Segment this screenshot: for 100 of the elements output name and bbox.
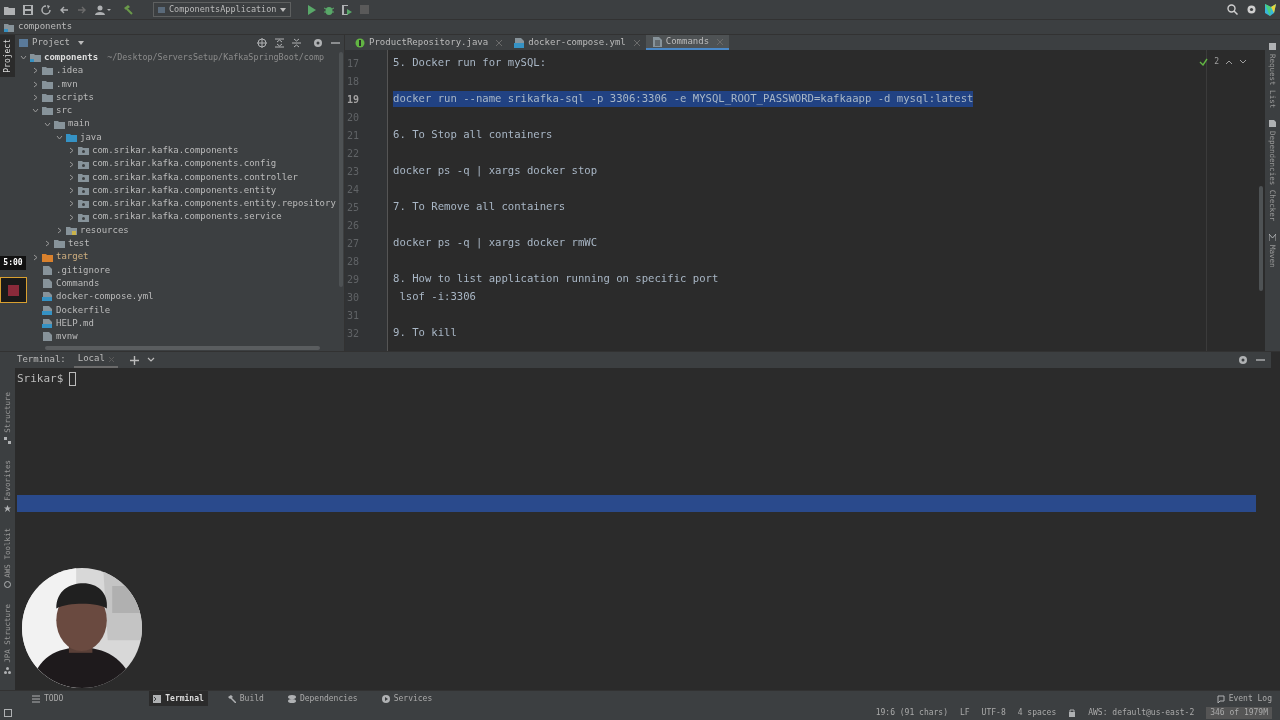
terminal-title: Terminal:	[17, 353, 66, 367]
tree-item-label[interactable]: Commands	[56, 276, 100, 291]
tree-item-label[interactable]: scripts	[56, 90, 94, 105]
tree-item-label[interactable]: com.srikar.kafka.components.config	[92, 157, 277, 171]
tool-window-tab[interactable]: Services	[377, 691, 437, 706]
chevron-icon[interactable]	[68, 147, 75, 155]
status-item[interactable]: LF	[959, 707, 970, 719]
layout-icon[interactable]	[4, 709, 12, 717]
interface-icon	[355, 37, 365, 48]
tree-item-label[interactable]: mvnw	[56, 330, 78, 344]
text-cursor	[69, 372, 77, 387]
memory-indicator[interactable]: 346 of 1979M	[1206, 707, 1272, 719]
chevron-icon[interactable]	[68, 200, 75, 208]
tree-item-label[interactable]: test	[68, 237, 90, 251]
tool-window-tab[interactable]: TODO	[28, 691, 68, 706]
chevron-icon[interactable]	[56, 227, 63, 234]
app-logo-icon[interactable]	[1265, 3, 1276, 16]
folder-icon	[42, 66, 53, 76]
chevron-icon[interactable]	[44, 120, 51, 128]
folder-icon	[42, 106, 53, 116]
open-folder-icon[interactable]	[4, 4, 15, 15]
tree-item-label[interactable]: src	[56, 104, 73, 118]
locate-icon[interactable]	[257, 37, 267, 48]
chevron-icon[interactable]	[44, 240, 51, 248]
tree-item-label[interactable]: java	[80, 130, 102, 145]
settings-icon[interactable]	[1246, 4, 1257, 15]
collapse-all-icon[interactable]	[292, 37, 301, 48]
tree-item-label[interactable]: main	[68, 117, 90, 131]
tree-item-label[interactable]: com.srikar.kafka.components	[92, 144, 239, 158]
file-icon	[42, 332, 53, 342]
tree-item-label[interactable]: com.srikar.kafka.components.entity.repository	[92, 197, 336, 211]
code-line: lsof -i:3306	[398, 289, 476, 305]
chevron-icon[interactable]	[68, 187, 75, 195]
chevron-icon[interactable]	[68, 160, 75, 168]
inspection-count[interactable]: 2	[1214, 56, 1219, 68]
search-icon[interactable]	[1227, 4, 1238, 15]
back-arrow-icon[interactable]	[59, 4, 69, 15]
breadcrumb-item[interactable]: components	[18, 20, 73, 34]
tool-window-tab[interactable]: Project	[0, 35, 15, 77]
expand-all-icon[interactable]	[275, 37, 284, 48]
editor-tab[interactable]: Commands	[645, 35, 730, 50]
tool-window-tab[interactable]: Build	[223, 691, 268, 706]
terminal-prompt: Srikar$	[17, 371, 64, 387]
event-log-button[interactable]: Event Log	[1216, 692, 1272, 705]
project-view-dropdown[interactable]: Project	[19, 35, 84, 50]
tree-item-label[interactable]: com.srikar.kafka.components.controller	[92, 170, 298, 185]
stop-recording-button[interactable]	[0, 277, 27, 303]
chevron-icon[interactable]	[32, 107, 39, 115]
check-icon	[1199, 58, 1209, 66]
tree-item-label[interactable]: resources	[80, 223, 129, 238]
bug-icon[interactable]	[324, 4, 334, 15]
close-icon[interactable]	[496, 39, 503, 46]
forward-arrow-icon[interactable]	[77, 4, 87, 15]
run-configuration-dropdown[interactable]: ComponentsApplication	[153, 2, 291, 17]
tree-item-label[interactable]: components	[44, 50, 99, 65]
save-icon[interactable]	[23, 4, 33, 15]
tool-window-tab[interactable]: Dependencies	[283, 691, 362, 706]
scrollbar[interactable]	[1259, 186, 1263, 291]
tree-item-label[interactable]: .gitignore	[56, 263, 111, 278]
chevron-icon[interactable]	[68, 213, 75, 221]
tree-item-label[interactable]: docker-compose.yml	[56, 290, 154, 304]
settings-icon[interactable]	[1238, 355, 1248, 365]
sync-icon[interactable]	[41, 4, 51, 15]
line-number: 19	[346, 92, 361, 107]
tree-item-label[interactable]: .idea	[56, 64, 84, 78]
close-icon[interactable]	[633, 39, 640, 46]
status-item[interactable]: UTF-8	[981, 707, 1006, 719]
status-item[interactable]: 19:6 (91 chars)	[875, 707, 948, 719]
folder-icon	[54, 239, 65, 249]
tree-item-label[interactable]: HELP.md	[56, 316, 94, 331]
hammer-icon[interactable]	[123, 4, 133, 15]
chevron-down-icon[interactable]	[146, 357, 155, 363]
tool-window-tab[interactable]: Terminal	[149, 691, 208, 706]
source-folder-icon	[66, 132, 77, 142]
package-folder-icon	[78, 146, 89, 156]
status-item[interactable]: AWS: default@us-east-2	[1088, 707, 1195, 719]
code-line: 8. How to list application running on specific port	[393, 271, 719, 287]
add-icon[interactable]	[129, 355, 139, 365]
tree-item-label[interactable]: .mvn	[56, 77, 78, 91]
settings-icon[interactable]	[313, 37, 323, 48]
coverage-icon[interactable]	[342, 4, 352, 15]
tree-item-label[interactable]: com.srikar.kafka.components.entity	[92, 183, 277, 198]
chevron-icon[interactable]	[56, 133, 63, 141]
star-icon	[4, 504, 11, 512]
config-file-icon	[42, 305, 53, 315]
tree-item-label[interactable]: Dockerfile	[56, 303, 111, 318]
chevron-icon[interactable]	[32, 94, 39, 102]
chevron-icon[interactable]	[32, 80, 39, 88]
chevron-icon[interactable]	[20, 54, 27, 62]
package-folder-icon	[78, 172, 89, 182]
lock-icon	[1068, 709, 1077, 717]
chevron-icon[interactable]	[32, 67, 39, 75]
chevron-icon[interactable]	[32, 253, 39, 261]
tree-item-label[interactable]: com.srikar.kafka.components.service	[92, 210, 282, 224]
run-icon[interactable]	[307, 4, 316, 15]
user-dropdown-icon[interactable]	[95, 4, 111, 15]
chevron-icon[interactable]	[68, 173, 75, 181]
tree-item-label[interactable]: target	[56, 250, 89, 264]
code-line: 7. To Remove all containers	[393, 199, 566, 215]
status-item[interactable]: 4 spaces	[1017, 707, 1057, 719]
